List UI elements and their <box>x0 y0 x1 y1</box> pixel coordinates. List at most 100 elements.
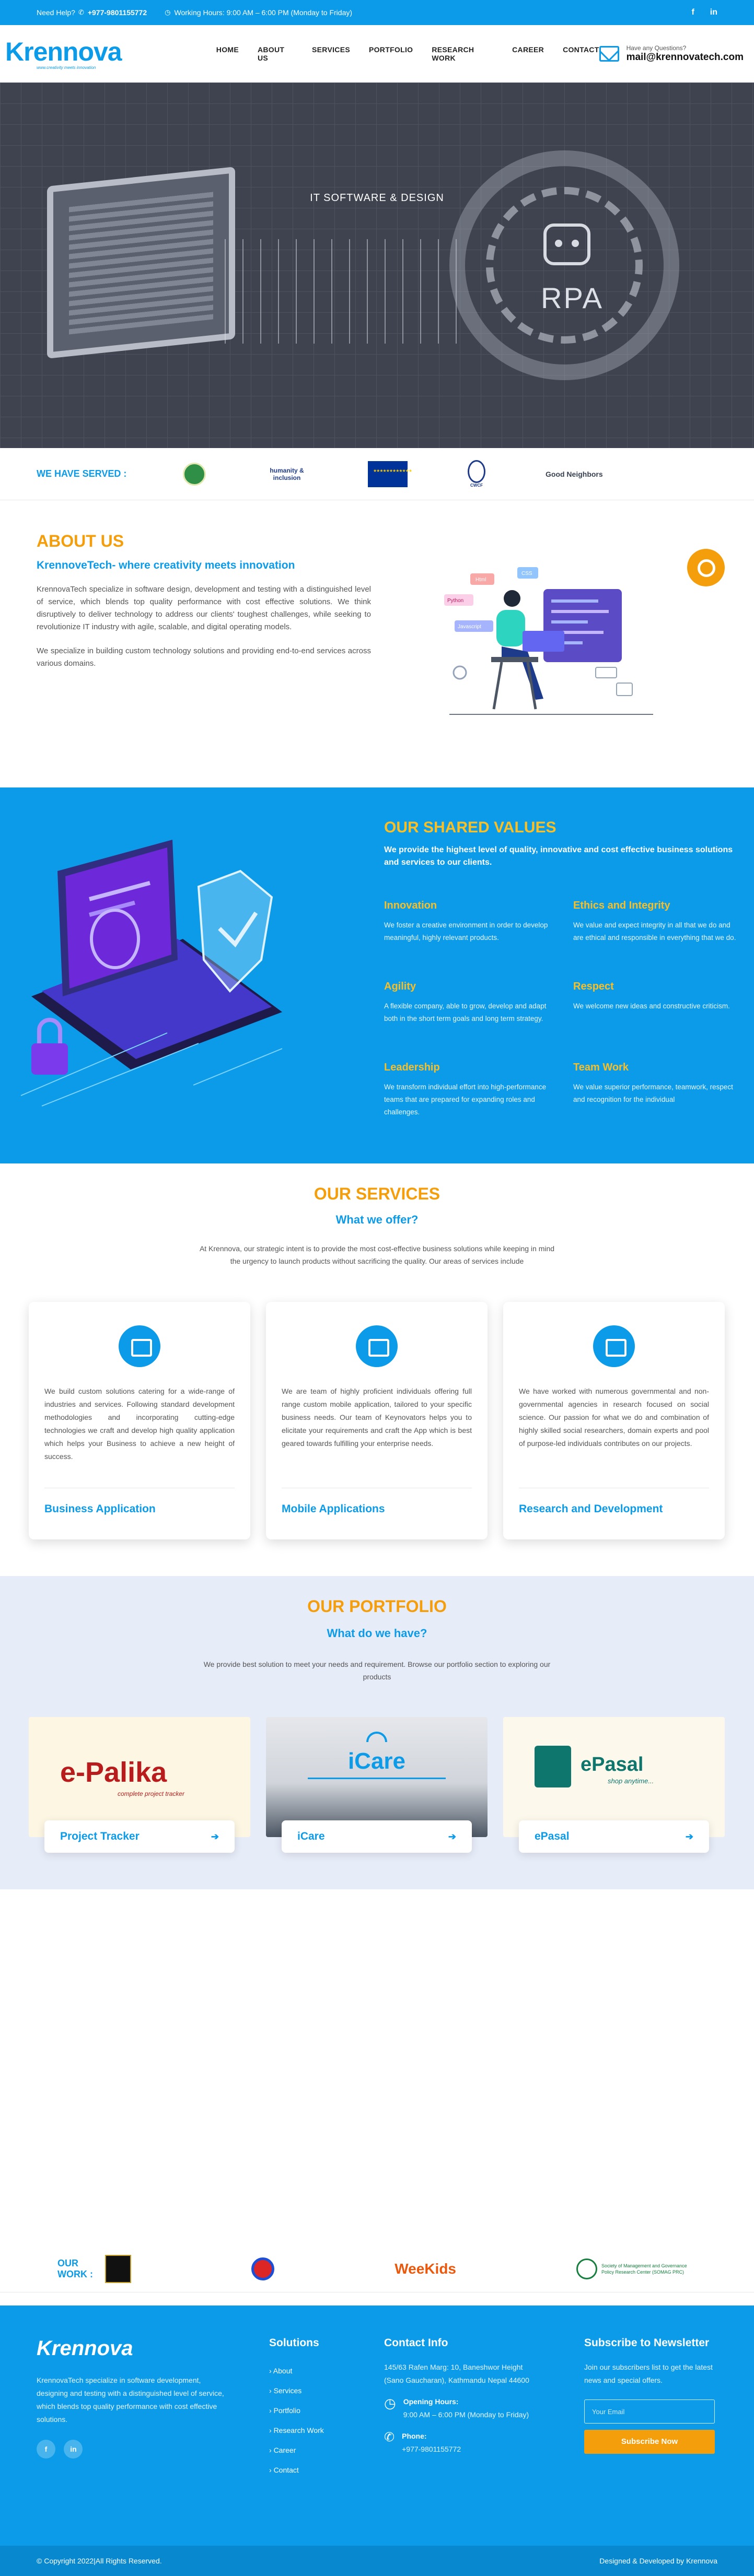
client-logo-eu-flag <box>368 461 408 487</box>
logo[interactable]: Krennova www.creativity meets innovation <box>5 37 122 70</box>
clock-icon: ◷ <box>165 8 171 16</box>
nav-services[interactable]: SERVICES <box>312 45 350 62</box>
nav-contact[interactable]: CONTACT <box>563 45 599 62</box>
footer: Krennova KrennovaTech specialize in soft… <box>0 2306 754 2546</box>
service-cards: We build custom solutions catering for a… <box>29 1302 725 1539</box>
arrow-right-icon[interactable]: ➔ <box>448 1831 456 1842</box>
footer-logo[interactable]: Krennova <box>37 2337 225 2360</box>
service-text: We are team of highly proficient individ… <box>282 1387 472 1448</box>
contact-question: Have any Questions? <box>626 44 687 52</box>
somag-emblem <box>576 2258 597 2279</box>
linkedin-icon[interactable]: in <box>64 2440 83 2459</box>
solutions-link-label: Career <box>273 2446 296 2454</box>
nav-career[interactable]: CAREER <box>512 45 544 62</box>
solutions-link-label: Contact <box>273 2466 299 2474</box>
hours-text: 9:00 AM – 6:00 PM (Monday to Friday) <box>403 2410 529 2419</box>
credit: Designed & Developed by Krennova <box>599 2557 717 2565</box>
footer-about: Krennova KrennovaTech specialize in soft… <box>37 2337 225 2459</box>
footer-solutions: Solutions › About › Services › Portfolio… <box>269 2337 374 2480</box>
value-respect: Respect We welcome new ideas and constru… <box>573 981 740 1013</box>
service-card-business[interactable]: We build custom solutions catering for a… <box>29 1302 250 1539</box>
header-contact[interactable]: Have any Questions? mail@krennovatech.co… <box>599 44 744 63</box>
client-logos: humanity & inclusion CWCF Good Neighbors <box>183 460 603 488</box>
nav-research-work[interactable]: RESEARCH WORK <box>432 45 493 62</box>
client-logo-hi: humanity & inclusion <box>270 466 304 481</box>
nav-portfolio[interactable]: PORTFOLIO <box>369 45 413 62</box>
icare-logo-text: iCare <box>347 1748 406 1774</box>
nav-about[interactable]: ABOUT US <box>258 45 293 62</box>
help-phone[interactable]: Need Help? ✆ +977-9801155772 <box>37 8 147 17</box>
portfolio-card-epalika[interactable]: e-Palika complete project tracker Projec… <box>29 1717 250 1853</box>
solutions-link-label: Services <box>273 2386 302 2395</box>
value-agility: Agility A flexible company, able to grow… <box>384 981 551 1025</box>
subscribe-button[interactable]: Subscribe Now <box>584 2430 715 2454</box>
service-text: We have worked with numerous governmenta… <box>519 1387 709 1448</box>
portfolio-title: ePasal <box>535 1830 570 1842</box>
epasal-image: ePasal shop anytime... <box>503 1717 725 1837</box>
service-title[interactable]: Business Application <box>44 1488 235 1515</box>
client-logo-emblem <box>183 462 206 486</box>
service-title[interactable]: Mobile Applications <box>282 1488 472 1515</box>
values-subtitle: We provide the highest level of quality,… <box>384 845 733 867</box>
epasal-logo-text: ePasal <box>581 1754 644 1775</box>
newsletter-email-input[interactable]: Your Email <box>584 2399 715 2424</box>
arrow-right-icon[interactable]: ➔ <box>686 1831 693 1842</box>
cwcf-text: CWCF <box>470 483 483 488</box>
value-teamwork: Team Work We value superior performance,… <box>573 1062 740 1106</box>
portfolio-card-footer[interactable]: Project Tracker ➔ <box>44 1820 235 1853</box>
icare-image: iCare <box>266 1717 488 1837</box>
contact-email[interactable]: mail@krennovatech.com <box>627 52 744 63</box>
value-text: A flexible company, able to grow, develo… <box>384 1002 547 1022</box>
logo-text: Krennova <box>5 37 122 66</box>
phone-text[interactable]: +977-9801155772 <box>402 2443 461 2456</box>
nav-home[interactable]: HOME <box>216 45 239 62</box>
portfolio-card-footer[interactable]: iCare ➔ <box>282 1820 472 1853</box>
footer-social: f in <box>37 2440 225 2459</box>
portfolio-card-footer[interactable]: ePasal ➔ <box>519 1820 709 1853</box>
portfolio-section: OUR PORTFOLIO What do we have? We provid… <box>0 1576 754 1889</box>
cwcf-mark <box>468 460 485 483</box>
security-laptop-illustration <box>20 840 283 1107</box>
solutions-link[interactable]: › Contact <box>269 2460 374 2480</box>
about-paragraph-1: KrennovaTech specialize in software desi… <box>37 585 371 631</box>
working-hours: ◷ Working Hours: 9:00 AM – 6:00 PM (Mond… <box>165 8 352 17</box>
facebook-icon[interactable]: f <box>37 2440 55 2459</box>
portfolio-title: OUR PORTFOLIO <box>307 1597 447 1616</box>
solutions-link[interactable]: › Portfolio <box>269 2401 374 2420</box>
shared-values-section: OUR SHARED VALUES We provide the highest… <box>0 787 754 1163</box>
footer-contact: Contact Info 145/63 Rafen Marg: 10, Bane… <box>384 2337 530 2456</box>
service-title[interactable]: Research and Development <box>519 1488 709 1515</box>
tag-javascript: Javascript <box>458 624 481 630</box>
hero-ring-inner <box>486 187 643 344</box>
phone-icon: ✆ <box>384 2430 395 2444</box>
solutions-list: › About › Services › Portfolio › Researc… <box>269 2361 374 2480</box>
facebook-icon[interactable]: f <box>691 8 694 17</box>
linkedin-icon[interactable]: in <box>710 8 717 17</box>
tag-html: Html <box>475 577 486 583</box>
circuit-lines <box>225 239 465 344</box>
solutions-link[interactable]: › Services <box>269 2381 374 2401</box>
solutions-link[interactable]: › Research Work <box>269 2420 374 2440</box>
solutions-link[interactable]: › Career <box>269 2440 374 2460</box>
tag-css: CSS <box>521 571 532 577</box>
work-logo-round-emblem <box>251 2257 275 2280</box>
palette-icon[interactable] <box>687 549 725 586</box>
portfolio-card-epasal[interactable]: ePasal shop anytime... ePasal ➔ <box>503 1717 725 1853</box>
portfolio-card-icare[interactable]: iCare iCare ➔ <box>266 1717 488 1853</box>
value-ethics: Ethics and Integrity We value and expect… <box>573 900 740 944</box>
value-title: Leadership <box>384 1062 440 1073</box>
solutions-link[interactable]: › About <box>269 2361 374 2381</box>
solutions-link-label: Research Work <box>273 2426 324 2434</box>
about-title: ABOUT US <box>37 532 124 550</box>
value-text: We welcome new ideas and constructive cr… <box>573 1002 730 1010</box>
service-card-research[interactable]: We have worked with numerous governmenta… <box>503 1302 725 1539</box>
tag-python: Python <box>447 598 463 604</box>
value-innovation: Innovation We foster a creative environm… <box>384 900 551 944</box>
arrow-right-icon[interactable]: ➔ <box>211 1831 219 1842</box>
devices-icon <box>356 1325 398 1367</box>
portfolio-intro: We provide best solution to meet your ne… <box>203 1660 551 1681</box>
work-label: OUR WORK : <box>57 2257 93 2279</box>
epalika-logo-text: e-Palika <box>60 1757 167 1788</box>
solutions-link-label: Portfolio <box>273 2406 300 2415</box>
service-card-mobile[interactable]: We are team of highly proficient individ… <box>266 1302 488 1539</box>
